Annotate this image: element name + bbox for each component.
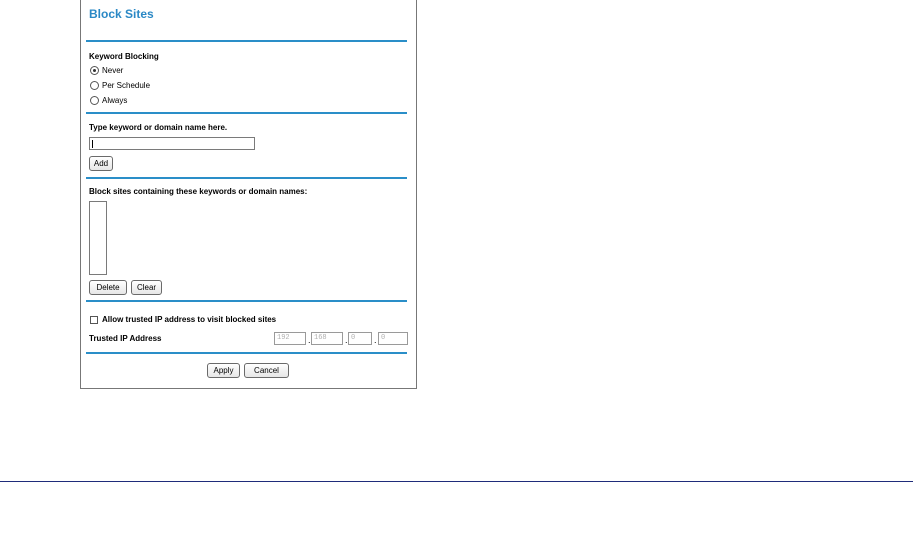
text-caret: [92, 140, 93, 148]
radio-option-always[interactable]: Always: [90, 95, 127, 106]
section-divider: [86, 352, 407, 354]
radio-option-per-schedule[interactable]: Per Schedule: [90, 80, 150, 91]
radio-per-schedule[interactable]: [90, 81, 99, 90]
radio-always[interactable]: [90, 96, 99, 105]
radio-label-per-schedule: Per Schedule: [102, 81, 151, 90]
add-button[interactable]: Add: [89, 156, 113, 171]
blocked-sites-listbox[interactable]: [89, 201, 107, 275]
cancel-button[interactable]: Cancel: [244, 363, 289, 378]
ip-octet-3[interactable]: 0: [348, 332, 372, 345]
block-sites-panel: Block Sites Keyword Blocking Never Per S…: [80, 0, 417, 389]
section-divider: [86, 40, 407, 42]
page-bottom-rule: [0, 481, 913, 482]
keyword-input-label: Type keyword or domain name here.: [89, 123, 228, 132]
radio-never-selected[interactable]: [90, 66, 99, 75]
allow-trusted-label: Allow trusted IP address to visit blocke…: [102, 315, 277, 324]
clear-button[interactable]: Clear: [131, 280, 162, 295]
ip-dot-separator: .: [374, 335, 377, 345]
keyword-input[interactable]: [89, 137, 255, 150]
radio-label-always: Always: [102, 96, 128, 105]
section-divider: [86, 112, 407, 114]
allow-trusted-checkbox[interactable]: [90, 316, 98, 324]
section-divider: [86, 177, 407, 179]
delete-button[interactable]: Delete: [89, 280, 127, 295]
ip-octet-4[interactable]: 0: [378, 332, 408, 345]
radio-label-never: Never: [102, 66, 124, 75]
radio-option-never[interactable]: Never: [90, 65, 123, 76]
ip-octet-1[interactable]: 192: [274, 332, 306, 345]
section-divider: [86, 300, 407, 302]
apply-button[interactable]: Apply: [207, 363, 240, 378]
page-title: Block Sites: [89, 7, 154, 21]
keyword-blocking-label: Keyword Blocking: [89, 52, 159, 61]
ip-octet-2[interactable]: 168: [311, 332, 343, 345]
trusted-ip-label: Trusted IP Address: [89, 334, 162, 343]
blocked-list-label: Block sites containing these keywords or…: [89, 187, 308, 196]
